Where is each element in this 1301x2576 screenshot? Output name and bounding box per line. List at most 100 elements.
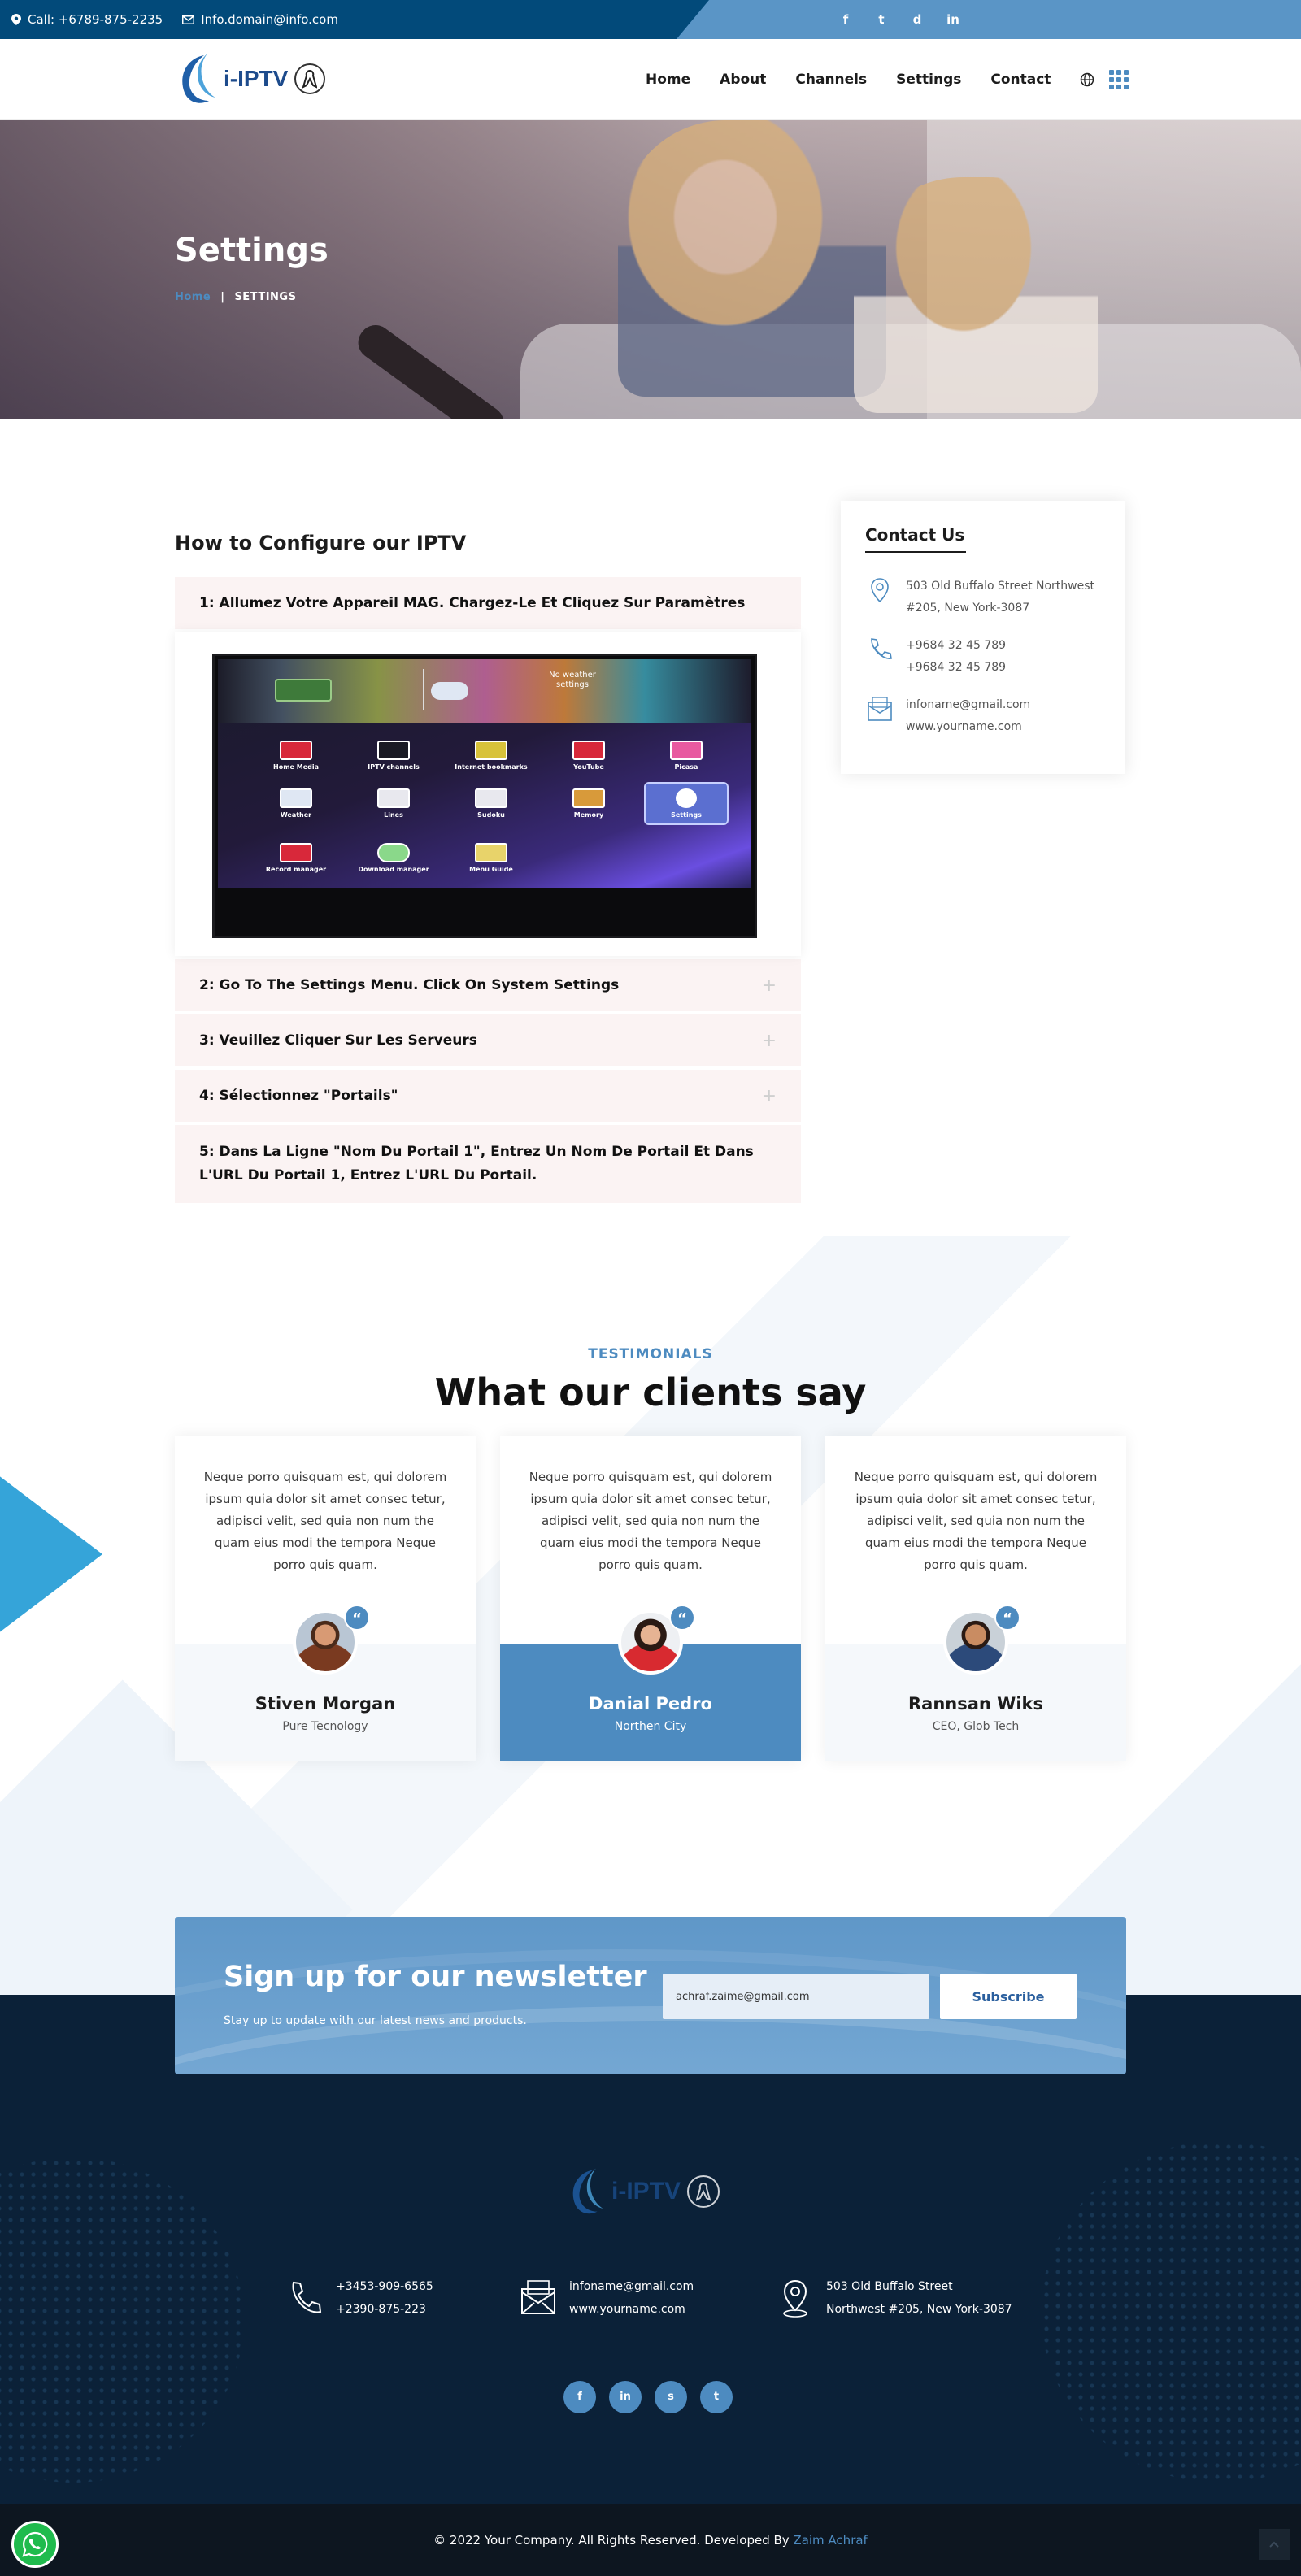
subscribe-button[interactable]: Subscribe (940, 1974, 1077, 2019)
accordion-step-3[interactable]: 3: Veuillez Cliquer Sur Les Serveurs + (175, 1014, 801, 1066)
accordion-step-1-panel: No weather settings Home Media IPTV chan… (175, 632, 801, 956)
mag-tile-iptv: IPTV channels (345, 741, 442, 771)
mag-tile-picasa: Picasa (637, 741, 735, 771)
mail-icon (868, 697, 892, 721)
page-hero: Settings Home | SETTINGS (0, 120, 1301, 419)
logo-swoosh-icon (572, 2168, 603, 2214)
copyright-bar: © 2022 Your Company. All Rights Reserved… (0, 2504, 1301, 2576)
accordion-step-5-label: 5: Dans La Ligne "Nom Du Portail 1", Ent… (199, 1144, 754, 1184)
phone-icon (292, 2281, 322, 2313)
phone-icon (871, 638, 892, 659)
nav-menu: Home About Channels Settings Contact (646, 39, 1094, 120)
testimonials-label: TESTIMONIALS (588, 1346, 713, 1362)
testimonials-section: TESTIMONIALS What our clients say Neque … (0, 1236, 1301, 1995)
footer-logo[interactable]: i-IPTV (566, 2165, 720, 2218)
accordion-step-5[interactable]: 5: Dans La Ligne "Nom Du Portail 1", Ent… (175, 1125, 801, 1203)
skype-icon[interactable]: s (655, 2381, 687, 2413)
footer-logo-text: i-IPTV (611, 2178, 681, 2205)
location-pin-icon (871, 578, 889, 603)
newsletter-box: Sign up for our newsletter Stay up to up… (175, 1917, 1126, 2074)
quote-icon: “ (669, 1605, 695, 1631)
expand-plus-icon: + (761, 1030, 777, 1051)
nav-item-home[interactable]: Home (646, 72, 690, 88)
footer-social-links: f in s t (563, 2381, 733, 2413)
contact-phone-1[interactable]: +9684 32 45 789 (906, 635, 1006, 657)
top-bar-phone[interactable]: Call: +6789-875-2235 (11, 12, 163, 27)
footer-phone: +3453-909-6565 +2390-875-223 (287, 2275, 433, 2321)
top-bar-accent (677, 0, 1301, 39)
testimonial-quote: Neque porro quisquam est, qui dolorem ip… (203, 1470, 447, 1572)
testimonials-title: What our clients say (434, 1371, 867, 1414)
envelope-icon (182, 15, 195, 24)
footer-phone-1[interactable]: +3453-909-6565 (336, 2275, 433, 2298)
site-logo[interactable]: i-IPTV (175, 50, 326, 107)
chevron-up-icon (1269, 2541, 1279, 2548)
contact-email-text[interactable]: infoname@gmail.com (906, 694, 1030, 716)
footer-website-text[interactable]: www.yourname.com (569, 2298, 694, 2321)
accordion-step-4[interactable]: 4: Sélectionnez "Portails" + (175, 1070, 801, 1122)
linkedin-icon[interactable]: in (945, 12, 961, 27)
logo-swoosh-icon (182, 54, 215, 103)
quote-icon: “ (994, 1605, 1020, 1631)
location-pin-icon (11, 14, 21, 25)
mag-menu-divider (423, 669, 424, 710)
facebook-icon[interactable]: f (838, 12, 854, 27)
nav-item-contact[interactable]: Contact (990, 72, 1051, 88)
mag-tile-record-manager: Record manager (247, 843, 345, 873)
accordion-step-2-label: 2: Go To The Settings Menu. Click On Sys… (199, 977, 620, 993)
contact-phone: +9684 32 45 789 +9684 32 45 789 (865, 635, 1006, 679)
twitter-icon[interactable]: t (700, 2381, 733, 2413)
mag-tile-memory: Memory (540, 788, 637, 825)
top-bar-email[interactable]: Info.domain@info.com (182, 12, 338, 27)
mag-tile-sudoku: Sudoku (442, 788, 540, 825)
top-bar-social: f t d in (838, 0, 961, 39)
accordion-step-3-label: 3: Veuillez Cliquer Sur Les Serveurs (199, 1032, 477, 1049)
footer-address-line-1: 503 Old Buffalo Street (826, 2280, 953, 2293)
mag-tile-weather: Weather (247, 788, 345, 825)
footer-phone-2[interactable]: +2390-875-223 (336, 2298, 433, 2321)
newsletter-email-input[interactable] (663, 1974, 929, 2019)
configure-accordion: 1: Allumez Votre Appareil MAG. Chargez-L… (175, 577, 801, 1206)
ribbon-icon (687, 2175, 720, 2208)
configure-section: How to Configure our IPTV 1: Allumez Vot… (0, 419, 1301, 1236)
breadcrumb-home-link[interactable]: Home (175, 291, 211, 303)
contact-email: infoname@gmail.com www.yourname.com (865, 694, 1030, 738)
globe-icon[interactable] (1080, 72, 1094, 87)
nav-item-about[interactable]: About (720, 72, 766, 88)
whatsapp-icon[interactable] (11, 2521, 59, 2568)
location-pin-icon (783, 2279, 807, 2318)
nav-item-channels[interactable]: Channels (795, 72, 867, 88)
top-bar-phone-text: Call: +6789-875-2235 (28, 12, 163, 27)
contact-card-title: Contact Us (865, 525, 965, 545)
scroll-to-top-button[interactable] (1259, 2529, 1290, 2560)
footer-dot-pattern-right (1041, 2141, 1301, 2483)
contact-phone-2[interactable]: +9684 32 45 789 (906, 657, 1006, 679)
quote-icon: “ (344, 1605, 370, 1631)
testimonial-quote: Neque porro quisquam est, qui dolorem ip… (529, 1470, 772, 1572)
accordion-step-1[interactable]: 1: Allumez Votre Appareil MAG. Chargez-L… (175, 577, 801, 629)
contact-website-text[interactable]: www.yourname.com (906, 716, 1030, 738)
mag-menu-grid: Home Media IPTV channels Internet bookma… (247, 741, 735, 873)
nav-item-settings[interactable]: Settings (896, 72, 961, 88)
linkedin-icon[interactable]: in (609, 2381, 642, 2413)
mag-tile-lines: Lines (345, 788, 442, 825)
facebook-icon[interactable]: f (563, 2381, 596, 2413)
footer-email: infoname@gmail.com www.yourname.com (520, 2275, 694, 2321)
mag-tile-bookmarks: Internet bookmarks (442, 741, 540, 771)
twitter-icon[interactable]: t (873, 12, 890, 27)
mag-tile-youtube: YouTube (540, 741, 637, 771)
testimonial-name: Rannsan Wiks (907, 1694, 1043, 1714)
developer-link[interactable]: Zaim Achraf (793, 2533, 867, 2548)
testimonial-role: Pure Tecnology (282, 1720, 368, 1733)
configure-title: How to Configure our IPTV (175, 532, 467, 554)
testimonial-name: Danial Pedro (589, 1694, 712, 1714)
contact-address: 503 Old Buffalo Street Northwest #205, Ne… (865, 576, 1094, 619)
apps-grid-icon[interactable] (1109, 70, 1129, 89)
footer-email-text[interactable]: infoname@gmail.com (569, 2275, 694, 2298)
top-bar-email-text: Info.domain@info.com (201, 12, 338, 27)
dribbble-icon[interactable]: d (909, 12, 925, 27)
newsletter-subtitle: Stay up to update with our latest news a… (224, 2014, 527, 2027)
accordion-step-2[interactable]: 2: Go To The Settings Menu. Click On Sys… (175, 959, 801, 1011)
cloud-icon (431, 682, 468, 700)
hero-photo-child-left (618, 120, 886, 397)
